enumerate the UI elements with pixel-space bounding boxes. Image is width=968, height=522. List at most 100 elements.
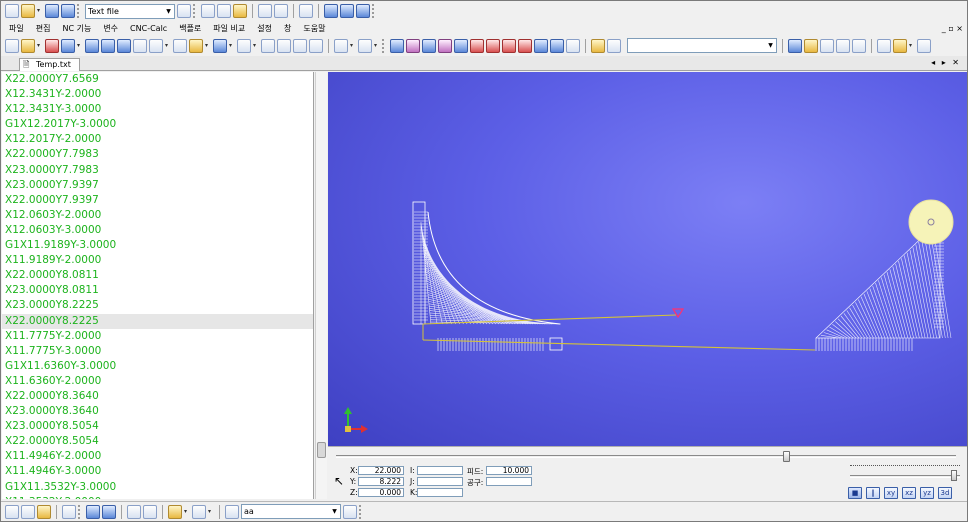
open-folder-icon[interactable]: [893, 38, 907, 53]
grid-off-icon[interactable]: [438, 38, 452, 53]
code-line[interactable]: X11.3532Y-2.0000: [2, 495, 313, 499]
code-line[interactable]: X22.0000Y7.6569: [2, 72, 313, 87]
file-type-combo[interactable]: Text file ▼: [85, 3, 175, 19]
code-line[interactable]: G1X11.3532Y-3.0000: [2, 480, 313, 495]
highlight-icon[interactable]: [358, 38, 372, 53]
axis-icon[interactable]: [334, 38, 348, 53]
measure-icon[interactable]: [189, 38, 203, 53]
open-dropdown-icon[interactable]: ▾: [37, 4, 43, 18]
chevron-down-icon[interactable]: ▾: [253, 39, 259, 53]
print-icon[interactable]: [299, 4, 313, 18]
macro-combo[interactable]: ▼: [627, 38, 777, 53]
insert-above-icon[interactable]: [534, 38, 548, 53]
code-line[interactable]: X22.0000Y8.5054: [2, 434, 313, 449]
zoom-out-icon[interactable]: [101, 38, 115, 53]
code-line[interactable]: X11.4946Y-3.0000: [2, 464, 313, 479]
insert-below-icon[interactable]: [550, 38, 564, 53]
code-line[interactable]: G1X12.2017Y-3.0000: [2, 117, 313, 132]
find-icon[interactable]: [324, 4, 338, 18]
code-line[interactable]: X23.0000Y8.5054: [2, 419, 313, 434]
toolbar-grip[interactable]: [359, 504, 363, 519]
merge-icon[interactable]: [143, 504, 157, 519]
view-yz-button[interactable]: yz: [920, 487, 934, 499]
save-all-icon[interactable]: [61, 4, 75, 18]
grid-dense-icon[interactable]: [454, 38, 468, 53]
rotate-icon[interactable]: [277, 38, 291, 53]
view-pause-button[interactable]: ‖: [866, 487, 880, 499]
chevron-down-icon[interactable]: ▾: [374, 39, 380, 53]
paste-icon[interactable]: [233, 4, 247, 18]
timeline-thumb[interactable]: [783, 451, 790, 462]
view-3d-button[interactable]: 3d: [938, 487, 952, 499]
grid-icon[interactable]: [390, 38, 404, 53]
pen-icon[interactable]: [149, 38, 163, 53]
pan-icon[interactable]: [133, 38, 147, 53]
editor-scrollbar[interactable]: [315, 72, 327, 499]
chevron-down-icon[interactable]: ▾: [208, 505, 214, 519]
code-line[interactable]: X12.0603Y-3.0000: [2, 223, 313, 238]
menu-backplot[interactable]: 백플로: [179, 23, 201, 34]
code-line[interactable]: X12.2017Y-2.0000: [2, 132, 313, 147]
code-line[interactable]: X11.7775Y-3.0000: [2, 344, 313, 359]
code-line[interactable]: X12.3431Y-2.0000: [2, 87, 313, 102]
zoom-in-icon[interactable]: [85, 38, 99, 53]
properties-icon[interactable]: [852, 38, 866, 53]
toolbar-grip[interactable]: [193, 4, 197, 18]
folder-icon[interactable]: [37, 504, 51, 519]
plugin-icon[interactable]: [591, 38, 605, 53]
copy-icon[interactable]: [217, 4, 231, 18]
copy-view-icon[interactable]: [293, 38, 307, 53]
view-settings-icon[interactable]: [309, 38, 323, 53]
menu-nc-function[interactable]: NC 기능: [62, 23, 91, 34]
menu-file-compare[interactable]: 파일 비교: [213, 23, 245, 34]
code-line[interactable]: X22.0000Y8.2225: [2, 313, 313, 329]
code-line[interactable]: X22.0000Y7.7983: [2, 147, 313, 162]
view-xz-button[interactable]: xz: [902, 487, 916, 499]
redo-icon[interactable]: [274, 4, 288, 18]
code-line[interactable]: X11.6360Y-2.0000: [2, 374, 313, 389]
chevron-down-icon[interactable]: ▾: [77, 39, 83, 53]
code-line[interactable]: X22.0000Y8.0811: [2, 268, 313, 283]
renumber-icon[interactable]: [566, 38, 580, 53]
stop-icon[interactable]: [45, 38, 59, 53]
menu-window[interactable]: 창: [284, 23, 291, 34]
machine-icon[interactable]: [168, 504, 182, 519]
properties-icon[interactable]: [62, 504, 76, 519]
code-line[interactable]: X11.7775Y-2.0000: [2, 329, 313, 344]
search-icon[interactable]: [788, 38, 802, 53]
tool-path-icon[interactable]: [261, 38, 275, 53]
tab-temp-file[interactable]: 🗎 Temp.txt: [19, 58, 80, 71]
speed-slider-thumb[interactable]: [951, 470, 957, 481]
toolbar-grip[interactable]: [77, 4, 81, 18]
tab-window-controls[interactable]: ◂ ▸ ✕: [931, 58, 961, 67]
open-folder-icon[interactable]: [21, 4, 35, 18]
chevron-down-icon[interactable]: ▾: [350, 39, 356, 53]
select-icon[interactable]: [213, 38, 227, 53]
chevron-down-icon[interactable]: ▾: [205, 39, 211, 53]
chevron-down-icon[interactable]: ▾: [909, 39, 915, 53]
chevron-down-icon[interactable]: ▾: [184, 505, 190, 519]
menu-cnc-calc[interactable]: CNC-Calc: [130, 24, 167, 33]
code-line[interactable]: X11.4946Y-2.0000: [2, 449, 313, 464]
simulation-timeline[interactable]: [336, 455, 956, 458]
undo-icon[interactable]: [258, 4, 272, 18]
editor-scroll-thumb[interactable]: [317, 442, 326, 458]
dnc-icon[interactable]: [192, 504, 206, 519]
code-line[interactable]: X22.0000Y7.9397: [2, 193, 313, 208]
file-properties-icon[interactable]: [177, 4, 191, 18]
view-solid-button[interactable]: ■: [848, 487, 862, 499]
cut-icon[interactable]: [201, 4, 215, 18]
code-line[interactable]: X12.0603Y-2.0000: [2, 208, 313, 223]
status-combo[interactable]: aa ▼: [241, 504, 341, 519]
nc-code-editor[interactable]: X22.0000Y7.6569 X12.3431Y-2.0000 X12.3431Y…: [2, 72, 314, 499]
transfer-send-icon[interactable]: [86, 504, 100, 519]
delete-grid-icon[interactable]: [486, 38, 500, 53]
code-line[interactable]: G1X11.9189Y-3.0000: [2, 238, 313, 253]
solid-view-icon[interactable]: [61, 38, 75, 53]
ruler-icon[interactable]: [5, 38, 19, 53]
transfer-receive-icon[interactable]: [102, 504, 116, 519]
layout-icon[interactable]: [820, 38, 834, 53]
block-icon[interactable]: [502, 38, 516, 53]
toolbar-grip[interactable]: [78, 504, 82, 519]
eraser-icon[interactable]: [173, 38, 187, 53]
